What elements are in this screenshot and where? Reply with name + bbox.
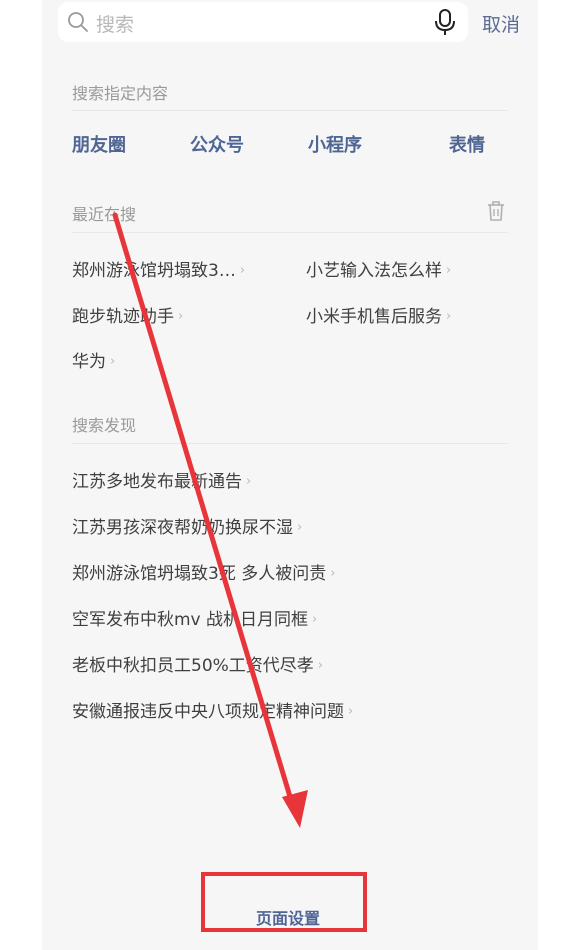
discover-item-label: 郑州游泳馆坍塌致3死 多人被问责: [72, 564, 327, 584]
chevron-right-icon: ›: [246, 474, 252, 489]
recent-item-label: 跑步轨迹助手: [72, 307, 174, 327]
discover-item[interactable]: 老板中秋扣员工50%工资代尽孝 ›: [72, 651, 323, 676]
recent-item[interactable]: 跑步轨迹助手 ›: [72, 302, 183, 327]
chevron-right-icon: ›: [446, 309, 452, 324]
discover-section-title: 搜索发现: [72, 416, 137, 435]
divider: [72, 443, 508, 444]
chevron-right-icon: ›: [297, 520, 303, 535]
recent-item[interactable]: 小米手机售后服务 ›: [306, 302, 451, 327]
recent-item-label: 华为: [72, 352, 106, 372]
category-stickers[interactable]: 表情: [449, 131, 485, 157]
chevron-right-icon: ›: [110, 354, 116, 369]
mic-icon[interactable]: [434, 9, 456, 36]
recent-item[interactable]: 郑州游泳馆坍塌致3… ›: [72, 256, 245, 281]
discover-item-label: 安徽通报违反中央八项规定精神问题: [72, 702, 344, 722]
discover-item[interactable]: 江苏男孩深夜帮奶奶换尿不湿 ›: [72, 513, 302, 538]
recent-item[interactable]: 小艺输入法怎么样 ›: [306, 256, 451, 281]
discover-item-label: 江苏男孩深夜帮奶奶换尿不湿: [72, 518, 293, 538]
chevron-right-icon: ›: [178, 309, 184, 324]
highlight-box: [201, 872, 367, 932]
chevron-right-icon: ›: [239, 263, 246, 278]
divider: [72, 232, 508, 233]
discover-item[interactable]: 空军发布中秋mv 战机日月同框 ›: [72, 605, 317, 630]
search-icon: [68, 12, 88, 32]
trash-icon[interactable]: [486, 200, 506, 222]
recent-item-label: 小艺输入法怎么样: [306, 261, 442, 281]
chevron-right-icon: ›: [312, 612, 318, 627]
category-official-accounts[interactable]: 公众号: [190, 131, 244, 157]
chevron-right-icon: ›: [317, 658, 323, 673]
search-input[interactable]: 搜索: [58, 2, 468, 42]
discover-item-label: 老板中秋扣员工50%工资代尽孝: [72, 656, 314, 676]
recent-section-title: 最近在搜: [72, 205, 137, 224]
recent-item-label: 郑州游泳馆坍塌致3…: [72, 261, 236, 281]
recent-item[interactable]: 华为 ›: [72, 347, 115, 372]
category-mini-programs[interactable]: 小程序: [308, 131, 362, 157]
discover-item-label: 空军发布中秋mv 战机日月同框: [72, 610, 309, 630]
chevron-right-icon: ›: [446, 263, 452, 278]
discover-item[interactable]: 安徽通报违反中央八项规定精神问题 ›: [72, 697, 353, 722]
discover-item-label: 江苏多地发布最新通告: [72, 472, 242, 492]
discover-item[interactable]: 江苏多地发布最新通告 ›: [72, 467, 251, 492]
category-moments[interactable]: 朋友圈: [72, 131, 126, 157]
chevron-right-icon: ›: [348, 704, 354, 719]
discover-item[interactable]: 郑州游泳馆坍塌致3死 多人被问责 ›: [72, 559, 335, 584]
search-placeholder: 搜索: [96, 14, 135, 36]
chevron-right-icon: ›: [330, 566, 336, 581]
divider: [72, 110, 508, 111]
specify-section-title: 搜索指定内容: [72, 84, 169, 103]
cancel-button[interactable]: 取消: [482, 10, 520, 37]
recent-item-label: 小米手机售后服务: [306, 307, 442, 327]
